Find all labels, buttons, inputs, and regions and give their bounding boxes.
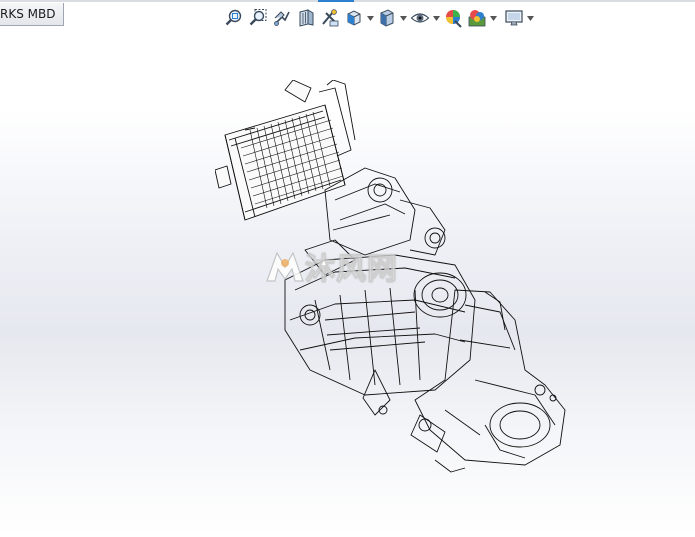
watermark-text: 沐风网 [305, 252, 398, 288]
hide-show-items-icon [410, 13, 430, 23]
radiator [215, 80, 356, 221]
zoom-to-area-icon [249, 9, 267, 26]
chevron-down-icon [527, 15, 534, 21]
view-orientation-dropdown[interactable] [366, 6, 375, 30]
view-orientation-button[interactable] [342, 6, 366, 30]
section-view-button[interactable] [294, 6, 318, 30]
watermark: 沐风网 [265, 244, 398, 288]
title-strip [0, 0, 695, 2]
tab-mbd[interactable]: RKS MBD [0, 3, 65, 26]
monitor-icon [505, 10, 523, 26]
view-settings-dropdown[interactable] [526, 6, 535, 30]
display-style-button[interactable] [375, 6, 399, 30]
chevron-down-icon [490, 15, 497, 21]
display-style-dropdown[interactable] [399, 6, 408, 30]
view-settings-button[interactable] [502, 6, 526, 30]
chevron-down-icon [433, 15, 440, 21]
chevron-down-icon [367, 15, 374, 21]
heads-up-view-toolbar [222, 6, 535, 30]
display-style-icon [380, 9, 394, 27]
edit-appearance-button[interactable] [441, 6, 465, 30]
chevron-down-icon [400, 15, 407, 21]
dynamic-annotation-icon [322, 9, 339, 27]
apply-scene-icon [468, 10, 486, 27]
tab-mbd-label: RKS MBD [0, 7, 56, 21]
hide-show-items-dropdown[interactable] [432, 6, 441, 30]
section-view-icon [299, 9, 314, 27]
apply-scene-button[interactable] [465, 6, 489, 30]
hide-show-items-button[interactable] [408, 6, 432, 30]
mufeng-logo-icon [266, 251, 304, 282]
zoom-to-fit-button[interactable] [222, 6, 246, 30]
zoom-to-fit-icon [225, 9, 242, 26]
view-orientation-icon [347, 10, 361, 26]
dynamic-annotation-button[interactable] [318, 6, 342, 30]
zoom-to-area-button[interactable] [246, 6, 270, 30]
edit-appearance-icon [446, 10, 462, 28]
apply-scene-dropdown[interactable] [489, 6, 498, 30]
previous-view-icon [274, 11, 290, 26]
previous-view-button[interactable] [270, 6, 294, 30]
active-tab-indicator [318, 0, 354, 2]
transmission-case [410, 289, 566, 473]
